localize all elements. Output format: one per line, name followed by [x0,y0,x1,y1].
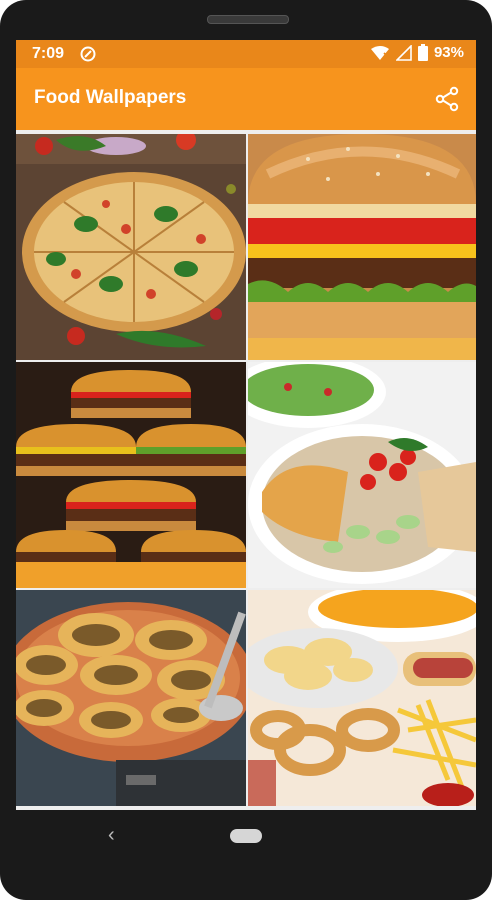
wallpaper-burger[interactable] [248,134,476,360]
wallpaper-salad-bowl[interactable] [248,362,476,588]
app-title: Food Wallpapers [34,87,187,108]
status-time: 7:09 [32,45,65,62]
home-pill-icon[interactable] [230,829,262,843]
navigation-bar: ‹ [0,810,492,860]
battery-icon [417,44,428,61]
wallpaper-grid [16,130,476,810]
wifi-icon [370,45,390,60]
screen: 7:09 93% Food Wallpapers [16,40,476,810]
signal-icon [395,44,412,61]
wallpaper-pizza[interactable] [16,134,246,360]
battery-percent: 93% [433,44,464,61]
wallpaper-burgers-stack[interactable] [16,362,246,588]
wallpaper-pani-puri[interactable] [16,590,246,806]
phone-frame: 7:09 93% Food Wallpapers ‹ [0,0,492,900]
share-icon[interactable] [434,86,460,112]
notification-icon [80,46,96,62]
speaker-grille [207,15,289,24]
wallpaper-snacks[interactable] [248,590,476,806]
status-bar: 7:09 93% [16,40,476,68]
back-icon[interactable]: ‹ [108,824,115,847]
app-bar: Food Wallpapers [16,68,476,130]
